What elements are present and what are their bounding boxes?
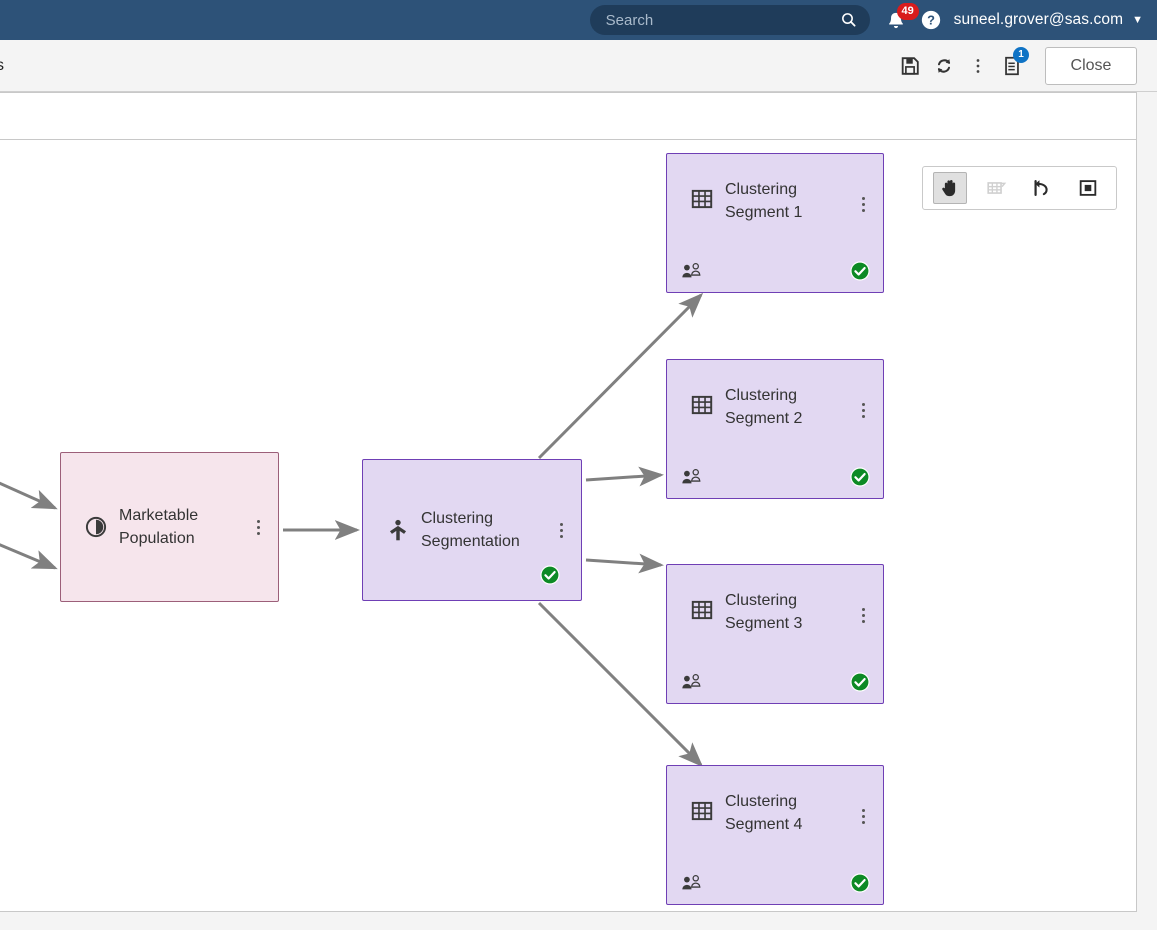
save-button[interactable] [893,49,927,83]
search-box[interactable] [589,5,870,35]
sync-icon [937,58,951,73]
people-icon [682,875,701,890]
node-title-line-1: Clustering [725,387,798,404]
node-title: Clustering Segment 4 [725,790,847,836]
right-gutter [1137,92,1157,930]
search-icon[interactable] [840,11,858,29]
node-kebab-menu[interactable] [855,400,871,420]
node-kebab-menu[interactable] [855,194,871,214]
refresh-button[interactable] [927,49,961,83]
kebab-menu-icon [976,58,980,73]
node-title-line-2: Segmentation [421,533,520,550]
node-kebab-menu[interactable] [855,806,871,826]
flow-diagram-canvas[interactable]: Marketable Population Clustering Segment… [0,140,1137,912]
undo-arrow-icon [1034,180,1048,196]
fit-to-screen-icon [1079,180,1097,196]
node-kebab-menu[interactable] [250,517,266,537]
bottom-gutter [0,912,1157,930]
node-title-line-2: Segment 4 [725,816,803,833]
table-grid-icon [691,189,713,209]
floppy-disk-icon [901,56,919,75]
reset-tool[interactable] [1025,172,1059,204]
snap-grid-tool [979,172,1013,204]
node-title: Clustering Segment 1 [725,178,847,224]
table-grid-icon [691,600,713,620]
notes-button[interactable]: 1 [995,46,1029,83]
node-title-line-1: Clustering [725,181,798,198]
node-title: Clustering Segmentation [421,507,545,553]
node-title-line-2: Segment 3 [725,615,803,632]
contrast-circle-icon [85,516,107,538]
complete-check-icon [540,565,560,585]
table-grid-icon [691,395,713,415]
node-title-line-1: Marketable [119,507,199,524]
complete-check-icon [850,467,870,487]
node-marketable-population[interactable]: Marketable Population [60,452,279,602]
edge-segmentation-to-segment-2 [585,466,664,487]
more-options-button[interactable] [961,49,995,83]
sub-header-actions: 1 Close [893,46,1157,85]
node-title: Marketable Population [119,504,242,550]
grid-arrow-icon [987,182,1007,194]
node-title-line-1: Clustering [725,793,798,810]
pan-tool[interactable] [933,172,967,204]
edge-offscreen-to-marketable-2 [0,543,58,570]
notifications-button[interactable]: 49 [884,3,919,35]
user-account-label[interactable]: suneel.grover@sas.com [954,11,1123,29]
complete-check-icon [850,672,870,692]
node-title-line-2: Segment 2 [725,410,803,427]
chevron-down-icon[interactable]: ▼ [1132,14,1143,26]
complete-check-icon [850,873,870,893]
complete-check-icon [850,261,870,281]
node-kebab-menu[interactable] [553,520,569,540]
node-clustering-segment-2[interactable]: Clustering Segment 2 [666,359,884,499]
fit-tool[interactable] [1071,172,1105,204]
edge-segmentation-to-segment-3 [585,553,664,574]
sub-header-toolbar: s 1 Close [0,40,1157,92]
svg-text:?: ? [927,13,935,28]
help-circle-icon[interactable]: ? [920,9,942,31]
node-kebab-menu[interactable] [855,605,871,625]
notification-count-badge: 49 [896,3,919,20]
node-clustering-segmentation[interactable]: Clustering Segmentation [362,459,582,601]
node-title-line-2: Segment 1 [725,204,803,221]
node-title-line-1: Clustering [421,510,494,527]
people-icon [682,674,701,689]
node-title: Clustering Segment 2 [725,384,847,430]
diagram-toolbar-panel [0,92,1137,140]
node-title-line-1: Clustering [725,592,798,609]
edge-offscreen-to-marketable-1 [0,481,58,510]
canvas-tool-palette [922,166,1117,210]
table-grid-icon [691,801,713,821]
page-title: s [0,56,4,74]
hand-icon [942,180,956,197]
search-input[interactable] [605,11,840,29]
notes-count-badge: 1 [1013,46,1029,63]
node-clustering-segment-4[interactable]: Clustering Segment 4 [666,765,884,905]
node-clustering-segment-1[interactable]: Clustering Segment 1 [666,153,884,293]
node-title: Clustering Segment 3 [725,589,847,635]
people-icon [682,469,701,484]
close-button[interactable]: Close [1045,46,1137,85]
node-clustering-segment-3[interactable]: Clustering Segment 3 [666,564,884,704]
top-app-bar: 49 ? suneel.grover@sas.com ▼ [0,0,1157,40]
node-title-line-2: Population [119,530,195,547]
people-icon [682,263,701,278]
split-branch-icon [389,519,407,541]
